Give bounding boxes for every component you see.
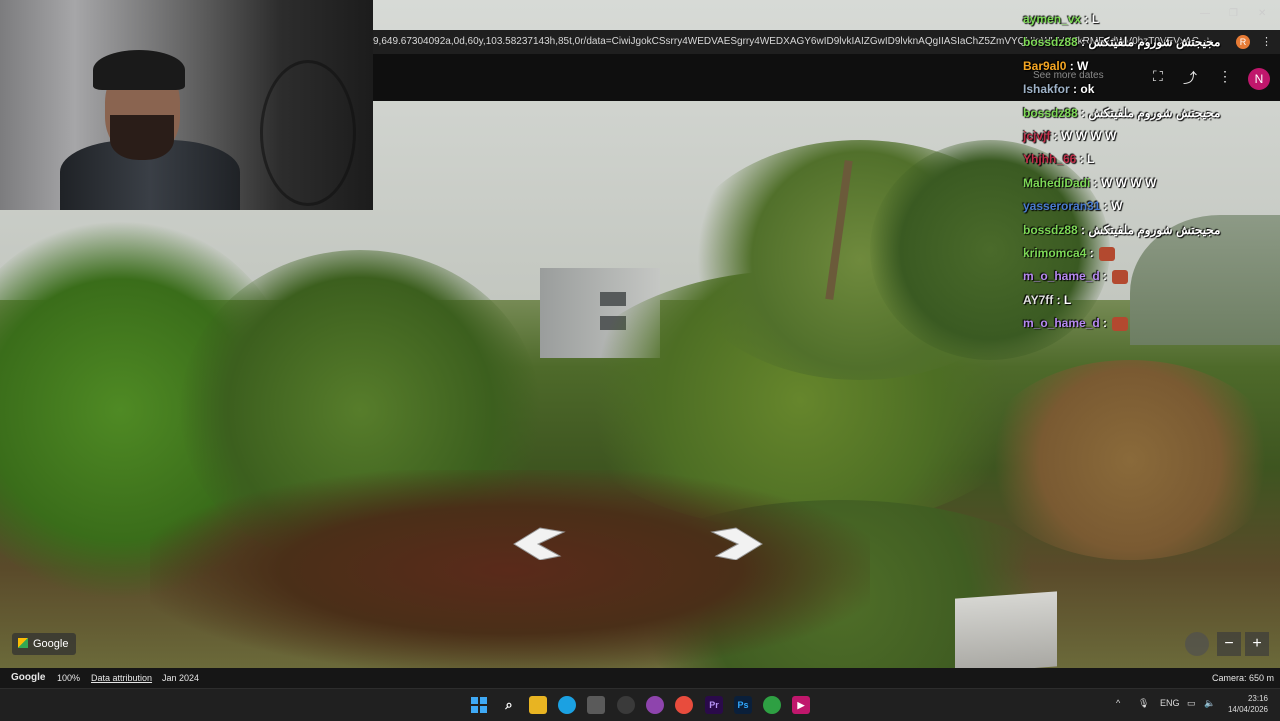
clock-date: 14/04/2026	[1227, 705, 1268, 714]
file-explorer-icon[interactable]	[529, 696, 547, 714]
zoom-in-button[interactable]: +	[1245, 632, 1269, 656]
store-icon[interactable]	[587, 696, 605, 714]
chat-user: krimomca4	[1023, 245, 1087, 260]
chat-message: MahediDadi : W W W W	[1023, 175, 1157, 190]
google-badge[interactable]: Google	[12, 633, 77, 655]
tray-chevron-icon[interactable]: ^	[1116, 698, 1120, 708]
chat-user: m_o_hame_d	[1023, 316, 1100, 331]
chat-text: ok	[1080, 82, 1095, 97]
chat-message: bossdz88 : مجيجتش شوروم ملفيتكش	[1023, 222, 1221, 237]
maps-footer: Google 100% Data attribution Jan 2024 Ca…	[0, 668, 1280, 688]
system-clock[interactable]: 23:16 14/04/2026	[1222, 693, 1268, 715]
chat-message: Yhjhh_66 : L	[1023, 152, 1095, 167]
media-player-icon[interactable]: ▶	[792, 696, 810, 714]
imagery-date: Jan 2024	[162, 673, 200, 683]
google-footer-logo: Google	[11, 672, 46, 683]
chat-user: bossdz88	[1023, 35, 1078, 50]
chat-message: m_o_hame_d :	[1023, 312, 1280, 335]
network-icon[interactable]: ▭	[1187, 698, 1196, 709]
edge-icon[interactable]	[558, 696, 576, 714]
chat-user: m_o_hame_d	[1023, 269, 1100, 284]
volume-icon[interactable]: 🔈	[1204, 698, 1215, 709]
app-icon[interactable]	[646, 696, 664, 714]
chat-text: W	[1111, 199, 1123, 214]
zoom-out-button[interactable]: −	[1217, 632, 1241, 656]
obs-icon[interactable]	[617, 696, 635, 714]
chrome-icon[interactable]	[675, 696, 693, 714]
camera-distance: Camera: 650 m	[1212, 673, 1275, 683]
green-app-icon[interactable]	[763, 696, 781, 714]
chat-text: L	[1087, 152, 1095, 167]
emote-icon	[1099, 246, 1116, 261]
chat-message: bossdz88 : مجيجتش شوروم ملفيتكش	[1023, 35, 1221, 50]
dirt-path	[150, 470, 870, 668]
chat-message: bossdz88 : مجيجتش شوروم ملفيتكش	[1023, 105, 1221, 120]
chat-user: aymen_vx	[1023, 12, 1082, 26]
search-icon[interactable]: ⌕	[500, 696, 518, 714]
mic-icon[interactable]: 🎙	[1138, 698, 1149, 709]
streamer-beard	[110, 115, 174, 160]
chat-user: Yhjhh_66	[1023, 152, 1077, 167]
nav-arrow-left-icon[interactable]	[510, 526, 566, 560]
chat-message: Ishakfor : ok	[1023, 82, 1095, 97]
chat-user: Bar9al0	[1023, 58, 1067, 73]
emote-icon	[1112, 316, 1129, 331]
chat-message: AY7ff : L	[1023, 292, 1072, 307]
streamer-cap	[93, 50, 185, 90]
chat-message: jcjvjf : W W W W	[1023, 128, 1117, 143]
chat-text: L	[1091, 12, 1100, 26]
zoom-level: 100%	[57, 673, 81, 683]
chat-user: jcjvjf	[1023, 128, 1051, 143]
chat-message: yasseroran31 : W	[1023, 199, 1123, 214]
nav-arrow-right-icon[interactable]	[710, 526, 766, 560]
data-attribution-link[interactable]: Data attribution	[91, 668, 152, 688]
chat-text: W	[1077, 58, 1089, 73]
chat-text: مجيجتش شوروم ملفيتكش	[1088, 105, 1221, 120]
zoom-controls: − +	[1185, 632, 1273, 656]
taskbar: ⌕ Pr Ps ▶ ^ 🎙 ENG ▭ 🔈 23:16 14/04/2026	[0, 688, 1280, 721]
chat-user: bossdz88	[1023, 105, 1078, 120]
chat-user: MahediDadi	[1023, 175, 1091, 190]
bicycle	[260, 60, 356, 206]
windows-start-icon[interactable]	[470, 696, 488, 714]
concrete-post	[955, 591, 1057, 668]
chat-user: AY7ff	[1023, 292, 1054, 307]
pegman-icon[interactable]	[1185, 632, 1209, 656]
photoshop-icon[interactable]: Ps	[734, 696, 752, 714]
chat-message: Bar9al0 : W	[1023, 58, 1089, 73]
premiere-icon[interactable]: Pr	[705, 696, 723, 714]
language-indicator[interactable]: ENG	[1160, 698, 1180, 708]
chat-message: krimomca4 :	[1023, 242, 1280, 265]
chat-message: m_o_hame_d :	[1023, 265, 1280, 288]
clock-time: 23:16	[1247, 694, 1268, 703]
chat-text: W W W W	[1061, 128, 1117, 143]
emote-icon	[1112, 270, 1129, 285]
chat-text: L	[1063, 292, 1072, 307]
chat-user: bossdz88	[1023, 222, 1078, 237]
chat-text: مجيجتش شوروم ملفيتكش	[1088, 35, 1221, 50]
chat-overlay: aymen_vx : L bossdz88 : مجيجتش شوروم ملف…	[1023, 8, 1280, 335]
chat-text: مجيجتش شوروم ملفيتكش	[1088, 222, 1221, 237]
chat-user: yasseroran31	[1023, 199, 1101, 214]
chat-user: Ishakfor	[1023, 82, 1070, 97]
chat-message: aymen_vx : L	[1023, 12, 1100, 26]
webcam-overlay	[0, 0, 373, 210]
google-logo-icon	[18, 638, 28, 648]
google-badge-label: Google	[33, 638, 69, 650]
chat-text: W W W W	[1101, 175, 1157, 190]
